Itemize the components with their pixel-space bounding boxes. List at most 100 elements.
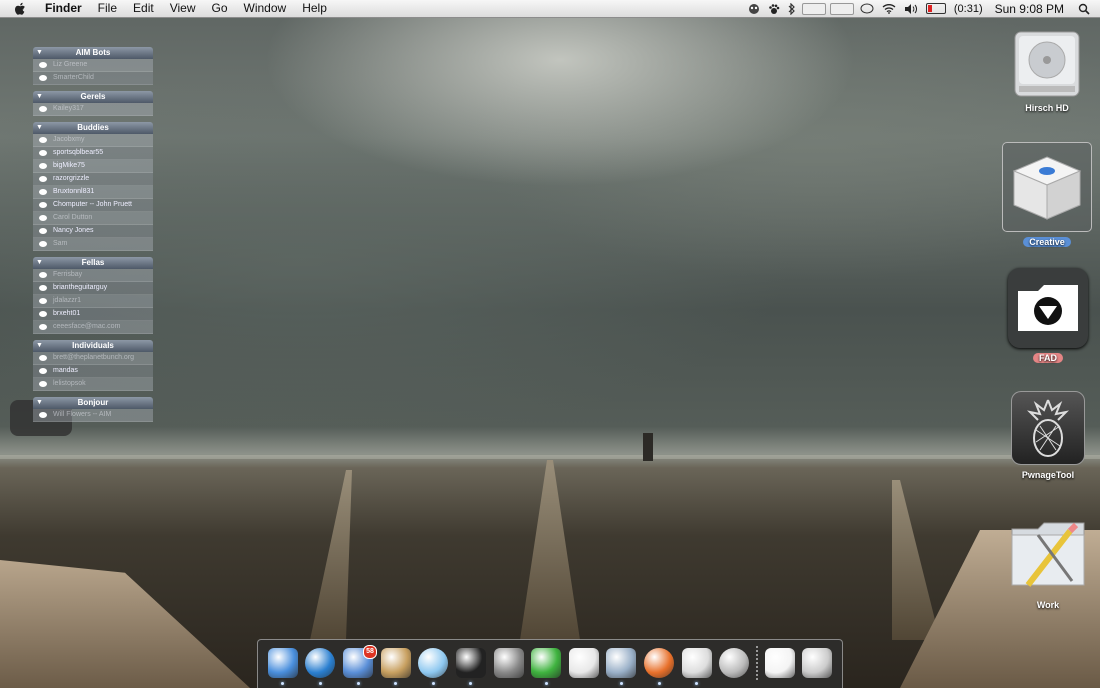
dock-item[interactable] [605,643,637,685]
buddy-row[interactable]: razorgrizzle [33,173,153,186]
apple-menu-icon[interactable] [14,2,28,16]
horizon-line [0,455,1100,459]
menu-app-finder[interactable]: Finder [37,0,90,17]
buddy-group-title: Individuals [72,341,114,350]
buddy-group-header[interactable]: ▼ Fellas [33,257,153,269]
buddy-row[interactable]: bigMike75 [33,160,153,173]
desktop-icon-hard-drive[interactable]: Hirsch HD [1002,28,1092,116]
buddy-name: Chomputer -- John Pruett [53,201,132,208]
menu-extra-slot[interactable] [829,2,854,15]
avenue [310,470,352,640]
disclosure-triangle-icon[interactable]: ▼ [36,340,43,352]
buddy-row[interactable]: Sam [33,238,153,251]
battery-icon[interactable] [925,3,946,14]
buddy-row[interactable]: brxeht01 [33,308,153,321]
desktop-icon-creative[interactable]: Creative [1002,142,1092,250]
buddy-row[interactable]: Chomputer -- John Pruett [33,199,153,212]
menu-help[interactable]: Help [294,0,335,17]
buddy-name: ceeesface@mac.com [53,323,121,330]
disclosure-triangle-icon[interactable]: ▼ [36,122,43,134]
buddy-row[interactable]: Liz Greene [33,59,153,72]
menu-edit[interactable]: Edit [125,0,162,17]
dock-item[interactable]: 58 [342,643,378,685]
buddy-group-header[interactable]: ▼ Bonjour [33,397,153,409]
buddy-row[interactable]: Jacobxmy [33,134,153,147]
buddy-group-header[interactable]: ▼ AIM Bots [33,47,153,59]
running-indicator [431,682,435,685]
volume-icon[interactable] [904,3,918,15]
buddy-row[interactable]: lelistopsok [33,378,153,391]
buddy-row[interactable]: SmarterChild [33,72,153,85]
buddy-name: briantheguitarguy [53,284,108,291]
trash-icon [802,648,833,678]
buddy-row[interactable]: Bruxtonnl831 [33,186,153,199]
avenue [520,460,580,640]
spotlight-icon[interactable] [1078,3,1090,15]
dock-item[interactable] [267,643,299,685]
itunes-icon [418,648,449,678]
dock-item[interactable] [643,643,675,685]
buddy-row[interactable]: Will Flowers -- AIM [33,409,153,422]
dock-item[interactable] [801,643,833,685]
menu-clock[interactable]: Sun 9:08 PM [995,2,1064,16]
buddy-row[interactable]: ceeesface@mac.com [33,321,153,334]
desktop-icon-label: Creative [1023,237,1071,247]
running-indicator [619,682,623,685]
dock-separator[interactable] [755,646,758,682]
paw-icon[interactable] [768,3,780,15]
buddy-row[interactable]: sportsqblbear55 [33,147,153,160]
hard-drive-icon [1013,28,1081,98]
buddy-status-icon [39,202,47,208]
running-indicator [507,682,510,685]
disclosure-triangle-icon[interactable]: ▼ [36,91,43,103]
dock-item[interactable] [493,643,525,685]
dock: 58 [257,639,843,688]
menu-go[interactable]: Go [204,0,236,17]
buddy-name: Kailey317 [53,105,84,112]
buddy-row[interactable]: brett@theplanetbunch.org [33,352,153,365]
buddy-group: ▼ Fellas Ferrisbay briantheguitarguy jdalazz… [33,257,153,334]
buddy-group-header[interactable]: ▼ Gerels [33,91,153,103]
buddy-row[interactable]: Carol Dutton [33,212,153,225]
wifi-icon[interactable] [882,3,896,14]
buddy-status-icon [39,311,47,317]
running-indicator [394,682,398,685]
dock-item[interactable] [380,643,412,685]
buddy-group-header[interactable]: ▼ Individuals [33,340,153,352]
dock-item[interactable] [455,643,487,685]
dock-item[interactable] [764,643,796,685]
buddy-status-icon [39,150,47,156]
dock-item[interactable] [568,643,600,685]
pineapple-icon [1011,391,1085,465]
buddy-row[interactable]: Kailey317 [33,103,153,116]
dock-item[interactable] [530,643,562,685]
disclosure-triangle-icon[interactable]: ▼ [36,257,43,269]
buddy-row[interactable]: Nancy Jones [33,225,153,238]
menu-view[interactable]: View [162,0,204,17]
battery-time[interactable]: (0:31) [954,3,983,15]
running-indicator [544,682,548,685]
buddy-row[interactable]: mandas [33,365,153,378]
dock-item[interactable] [718,643,750,685]
buddy-row[interactable]: jdalazzr1 [33,295,153,308]
buddy-row[interactable]: briantheguitarguy [33,282,153,295]
disclosure-triangle-icon[interactable]: ▼ [36,47,43,59]
desktop-icon-fad[interactable]: FAD [1003,268,1093,366]
bluetooth-icon[interactable] [788,2,796,15]
dock-item[interactable] [304,643,336,685]
robot-icon[interactable] [748,3,760,15]
disclosure-triangle-icon[interactable]: ▼ [36,397,43,409]
menu-extra-slot[interactable] [801,2,826,15]
desktop-icon-pwnagetool[interactable]: PwnageTool [1003,391,1093,483]
camera-icon [719,648,750,678]
buddy-group-header[interactable]: ▼ Buddies [33,122,153,134]
buddy-name: brett@theplanetbunch.org [53,354,135,361]
menu-window[interactable]: Window [236,0,295,17]
chat-bubble-icon[interactable] [860,3,874,15]
dock-item[interactable] [681,643,713,685]
buddy-name: Liz Greene [53,61,88,68]
desktop-icon-work[interactable]: Work [1003,515,1093,613]
buddy-row[interactable]: Ferrisbay [33,269,153,282]
dock-item[interactable] [417,643,449,685]
menu-file[interactable]: File [90,0,125,17]
